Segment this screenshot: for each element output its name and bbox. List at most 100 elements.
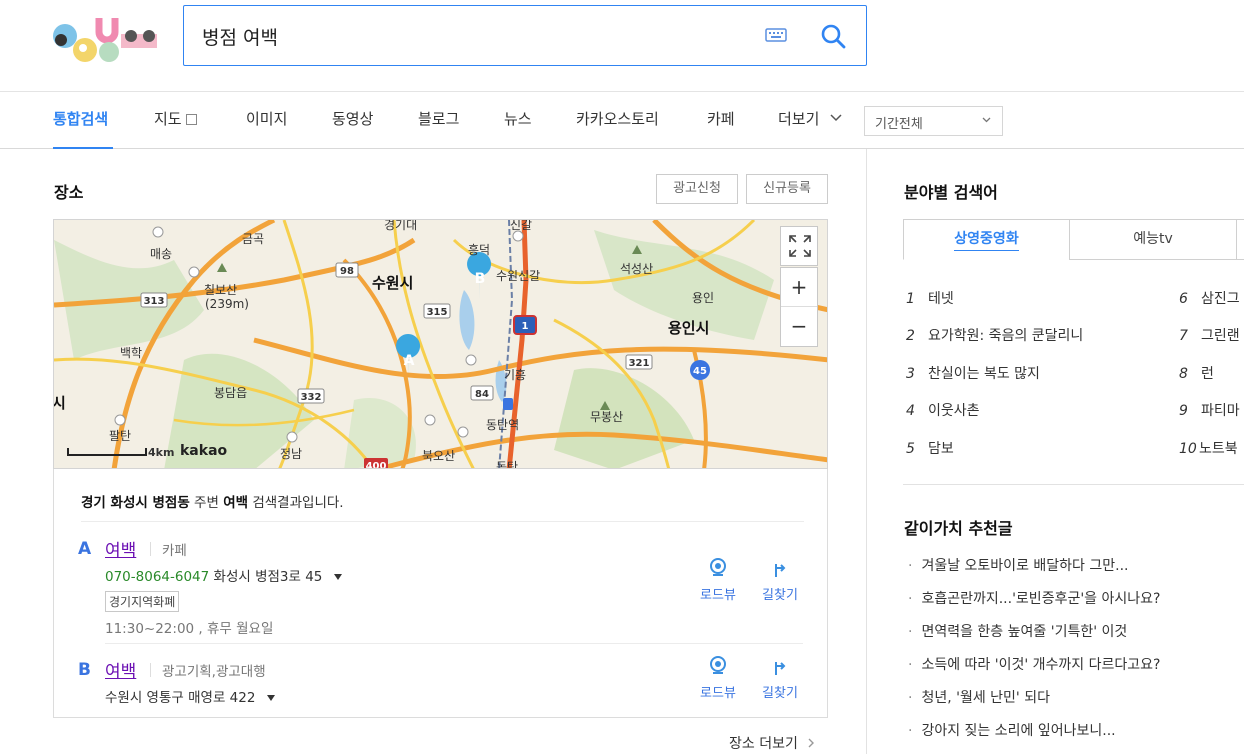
place-name-link[interactable]: 여백 <box>105 657 136 682</box>
result-letter: B <box>78 660 91 680</box>
search-icon[interactable] <box>820 23 846 49</box>
new-register-button[interactable]: 신규등록 <box>746 174 828 204</box>
map-label: 금곡 <box>242 232 265 246</box>
svg-text:321: 321 <box>629 358 650 369</box>
tab-blog[interactable]: 블로그 <box>418 108 459 129</box>
divider <box>150 663 151 677</box>
map-label: 기흥 <box>504 368 527 382</box>
ranking-item[interactable]: 2 요가학원: 죽음의 쿤달리니 <box>906 325 1083 345</box>
divider <box>150 542 151 556</box>
ranking-item[interactable]: 9 파티마 <box>1179 400 1240 420</box>
chevron-down-icon <box>982 117 991 123</box>
map-label: 용인 <box>692 291 715 305</box>
ranking-item[interactable]: 1 테넷 <box>906 288 954 308</box>
search-input[interactable] <box>202 20 762 52</box>
recommend-item[interactable]: 겨울날 오토바이로 배달하다 그만... <box>908 555 1128 575</box>
zoom-in-button[interactable]: + <box>781 268 817 307</box>
place-address: 수원시 영통구 매영로 422 <box>105 690 256 706</box>
tab-movies[interactable]: 상영중영화 <box>903 219 1070 260</box>
tab-cafe[interactable]: 카페 <box>707 108 735 129</box>
svg-text:45: 45 <box>693 366 707 377</box>
phone-number[interactable]: 070-8064-6047 <box>105 569 209 585</box>
divider <box>81 521 804 522</box>
ranking-item[interactable]: 6 삼진그 <box>1179 288 1240 308</box>
directions-button[interactable]: 길찾기 <box>754 656 806 701</box>
recommend-item[interactable]: 소득에 따라 '이것' 개수까지 다르다고요? <box>908 654 1160 674</box>
period-select[interactable]: 기간전체 <box>864 106 1003 136</box>
places-more-link[interactable]: 장소 더보기 <box>729 733 815 753</box>
caret-down-icon[interactable] <box>266 694 276 702</box>
map-label: 동탄역 <box>486 418 520 432</box>
map-label: 봉담읍 <box>214 386 248 400</box>
ranking-item[interactable]: 5 담보 <box>906 438 954 458</box>
ranking-item[interactable]: 4 이웃사촌 <box>906 400 980 420</box>
fullscreen-button[interactable] <box>780 226 818 266</box>
place-results: 경기 화성시 병점동 주변 여백 검색결과입니다. A 여백 카페 070-80… <box>53 469 828 718</box>
recommend-item[interactable]: 강아지 짖는 소리에 잎어나보니... <box>908 720 1115 740</box>
ranking-item[interactable]: 8런 <box>1179 363 1214 383</box>
ranking-item[interactable]: 7 그린랜 <box>1179 325 1240 345</box>
trending-tabs: 상영중영화 예능tv <box>903 219 1244 260</box>
caret-down-icon[interactable] <box>333 573 343 581</box>
svg-text:84: 84 <box>475 389 489 400</box>
place-name-link[interactable]: 여백 <box>105 536 136 561</box>
keyboard-icon[interactable] <box>765 27 787 43</box>
map-label: 석성산 <box>620 262 654 276</box>
directions-icon <box>775 662 786 675</box>
svg-text:98: 98 <box>340 266 354 277</box>
chevron-right-icon <box>808 738 815 748</box>
svg-text:400: 400 <box>366 461 387 469</box>
map-marker-b: B <box>475 271 486 287</box>
ad-apply-button[interactable]: 광고신청 <box>656 174 738 204</box>
map-label: 흥덕 <box>468 243 491 257</box>
place-address: 화성시 병점3로 45 <box>213 569 323 585</box>
map-label: 매송 <box>150 247 173 261</box>
recommend-item[interactable]: 청년, '월세 난민' 되다 <box>908 687 1050 707</box>
tab-video[interactable]: 동영상 <box>332 108 373 129</box>
tab-more[interactable]: 더보기 <box>778 108 842 129</box>
map-checkbox[interactable] <box>185 114 197 125</box>
place-hours: 11:30~22:00 , 휴무 월요일 <box>105 621 274 637</box>
zoom-controls: + − <box>780 267 818 347</box>
directions-button[interactable]: 길찾기 <box>754 558 806 603</box>
map-view[interactable]: 313 98 315 321 332 84 45 1 400 A B 매송 금곡… <box>53 219 828 469</box>
tab-image[interactable]: 이미지 <box>246 108 287 129</box>
search-tabs: 통합검색 지도 이미지 동영상 블로그 뉴스 카카오스토리 카페 더보기 기간전… <box>0 91 1244 149</box>
map-label: 북오산 <box>422 449 456 463</box>
zoom-out-button[interactable]: − <box>781 307 817 346</box>
tab-all[interactable]: 통합검색 <box>53 108 108 129</box>
result-letter: A <box>78 539 92 559</box>
map-label: 동탄 <box>496 460 519 469</box>
roadview-button[interactable]: 로드뷰 <box>692 656 744 701</box>
svg-text:332: 332 <box>301 392 322 403</box>
kakao-logo: kakao <box>180 443 228 459</box>
daum-logo[interactable] <box>53 14 161 64</box>
search-box <box>183 5 867 66</box>
active-tab-indicator <box>53 147 113 149</box>
roadview-button[interactable]: 로드뷰 <box>692 558 744 603</box>
tab-news[interactable]: 뉴스 <box>504 108 532 129</box>
ranking-item[interactable]: 3 찬실이는 복도 많지 <box>906 363 1040 383</box>
recommend-item[interactable]: 면역력을 한층 높여줄 '기특한' 이것 <box>908 621 1127 641</box>
recommend-title: 같이가치 추천글 <box>904 519 1013 538</box>
tab-map[interactable]: 지도 <box>154 108 197 129</box>
recommend-item[interactable]: 호흡곤란까지...'로빈증후군'을 아시나요? <box>908 588 1160 608</box>
places-title: 장소 <box>54 183 84 202</box>
place-contact: 수원시 영통구 매영로 422 <box>105 686 276 706</box>
map-marker-a: A <box>404 353 415 369</box>
map-label: (239m) <box>205 297 249 311</box>
tab-next[interactable] <box>1236 219 1244 260</box>
map-label: 수원신갈 <box>496 269 541 283</box>
tab-kakaostory[interactable]: 카카오스토리 <box>576 108 659 129</box>
ranking-item[interactable]: 10 노트북 <box>1179 438 1238 458</box>
divider <box>105 643 803 644</box>
column-divider <box>866 149 867 754</box>
map-label: 신갈 <box>510 219 533 232</box>
map-label: 경기대 <box>384 219 418 232</box>
trending-title: 분야별 검색어 <box>904 183 998 202</box>
tab-variety[interactable]: 예능tv <box>1069 219 1237 260</box>
divider <box>903 484 1244 485</box>
directions-icon <box>775 564 786 577</box>
map-label: 정남 <box>280 447 303 461</box>
place-tag: 경기지역화폐 <box>105 591 180 612</box>
